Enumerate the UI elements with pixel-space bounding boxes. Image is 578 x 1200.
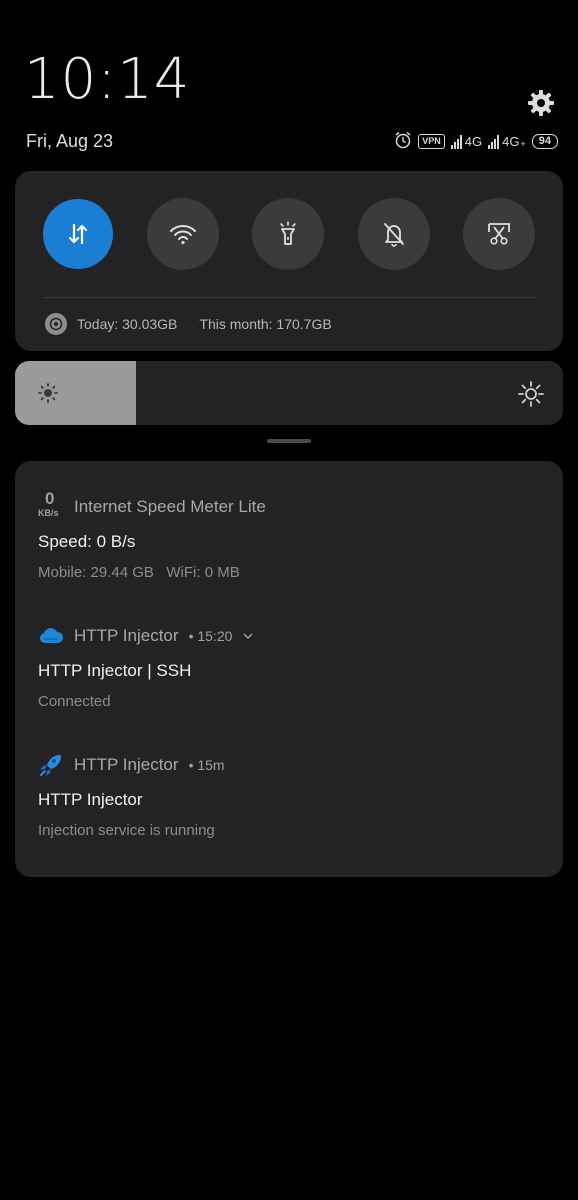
notification-header: 0 KB/s Internet Speed Meter Lite <box>38 489 540 521</box>
notification-time: • 15:20 <box>188 628 233 644</box>
scissors-icon <box>488 223 510 245</box>
divider <box>43 297 535 298</box>
notification-header: HTTP Injector • 15:20 <box>38 623 540 649</box>
flashlight-icon <box>280 221 296 245</box>
notification-title: HTTP Injector <box>38 790 143 809</box>
quick-toggles <box>43 198 535 270</box>
network-type-2: 4G <box>502 133 520 149</box>
brightness-level-fill <box>15 361 136 425</box>
cloud-icon <box>39 628 64 643</box>
wifi-icon <box>169 225 196 245</box>
notification-body: Connected <box>38 693 111 710</box>
notification-time: • 15m <box>188 757 225 773</box>
notification-shade: 10:14 Fri, Aug 23 VPN 4G 4G + 94 Today: … <box>0 0 578 1200</box>
app-name: HTTP Injector <box>74 626 179 645</box>
alarm-icon <box>394 131 412 152</box>
settings-gear-icon[interactable] <box>526 88 556 118</box>
notification-body: Injection service is running <box>38 822 215 839</box>
status-icons: VPN 4G 4G + 94 <box>394 130 558 152</box>
toggle-mobile-data[interactable] <box>43 199 113 269</box>
app-name: HTTP Injector <box>74 755 179 774</box>
data-today: Today: 30.03GB <box>77 316 178 332</box>
notification-header: HTTP Injector • 15m <box>38 752 540 778</box>
notification-body: Mobile: 29.44 GB WiFi: 0 MB <box>38 564 240 581</box>
bell-off-icon <box>383 223 404 247</box>
app-icon-unit: KB/s <box>38 508 59 518</box>
notification-title: HTTP Injector | SSH <box>38 661 192 680</box>
vpn-badge: VPN <box>418 133 445 149</box>
speed-meter-app-icon: 0 KB/s <box>38 489 64 521</box>
notification-speed-meter[interactable]: 0 KB/s Internet Speed Meter Lite Speed: … <box>38 489 540 581</box>
brightness-high-icon <box>518 381 544 407</box>
app-name: Internet Speed Meter Lite <box>74 497 266 516</box>
brightness-low-icon <box>38 383 58 403</box>
toggle-flashlight[interactable] <box>252 198 324 270</box>
date[interactable]: Fri, Aug 23 <box>26 131 113 152</box>
data-usage-row[interactable]: Today: 30.03GB This month: 170.7GB <box>45 313 332 335</box>
network-plus: + <box>520 138 526 149</box>
data-arrows-icon <box>68 223 88 245</box>
signal-bars-icon <box>488 134 500 149</box>
notification-http-injector-ssh[interactable]: HTTP Injector • 15:20 HTTP Injector | SS… <box>38 623 540 710</box>
clock[interactable]: 10:14 <box>24 52 190 108</box>
signal-sim2: 4G + <box>488 134 526 149</box>
toggle-mute[interactable] <box>357 198 430 270</box>
notification-list: 0 KB/s Internet Speed Meter Lite Speed: … <box>15 461 563 877</box>
toggle-screenshot[interactable] <box>463 198 535 270</box>
signal-bars-icon <box>450 134 462 149</box>
drag-handle[interactable] <box>267 439 311 443</box>
app-icon-value: 0 <box>45 489 55 508</box>
battery-indicator: 94 <box>531 133 558 149</box>
brightness-slider[interactable] <box>15 361 563 425</box>
network-type-1: 4G <box>464 133 483 149</box>
data-usage-icon <box>45 313 67 335</box>
notification-title: Speed: 0 B/s <box>38 532 136 551</box>
data-month: This month: 170.7GB <box>199 316 332 332</box>
signal-sim1: 4G <box>450 133 483 149</box>
rocket-icon <box>40 755 61 776</box>
quick-settings-panel: Today: 30.03GB This month: 170.7GB <box>15 171 563 351</box>
notification-http-injector-service[interactable]: HTTP Injector • 15m HTTP Injector Inject… <box>38 752 540 839</box>
expand-chevron-icon[interactable] <box>242 632 254 640</box>
toggle-wifi[interactable] <box>146 198 219 270</box>
